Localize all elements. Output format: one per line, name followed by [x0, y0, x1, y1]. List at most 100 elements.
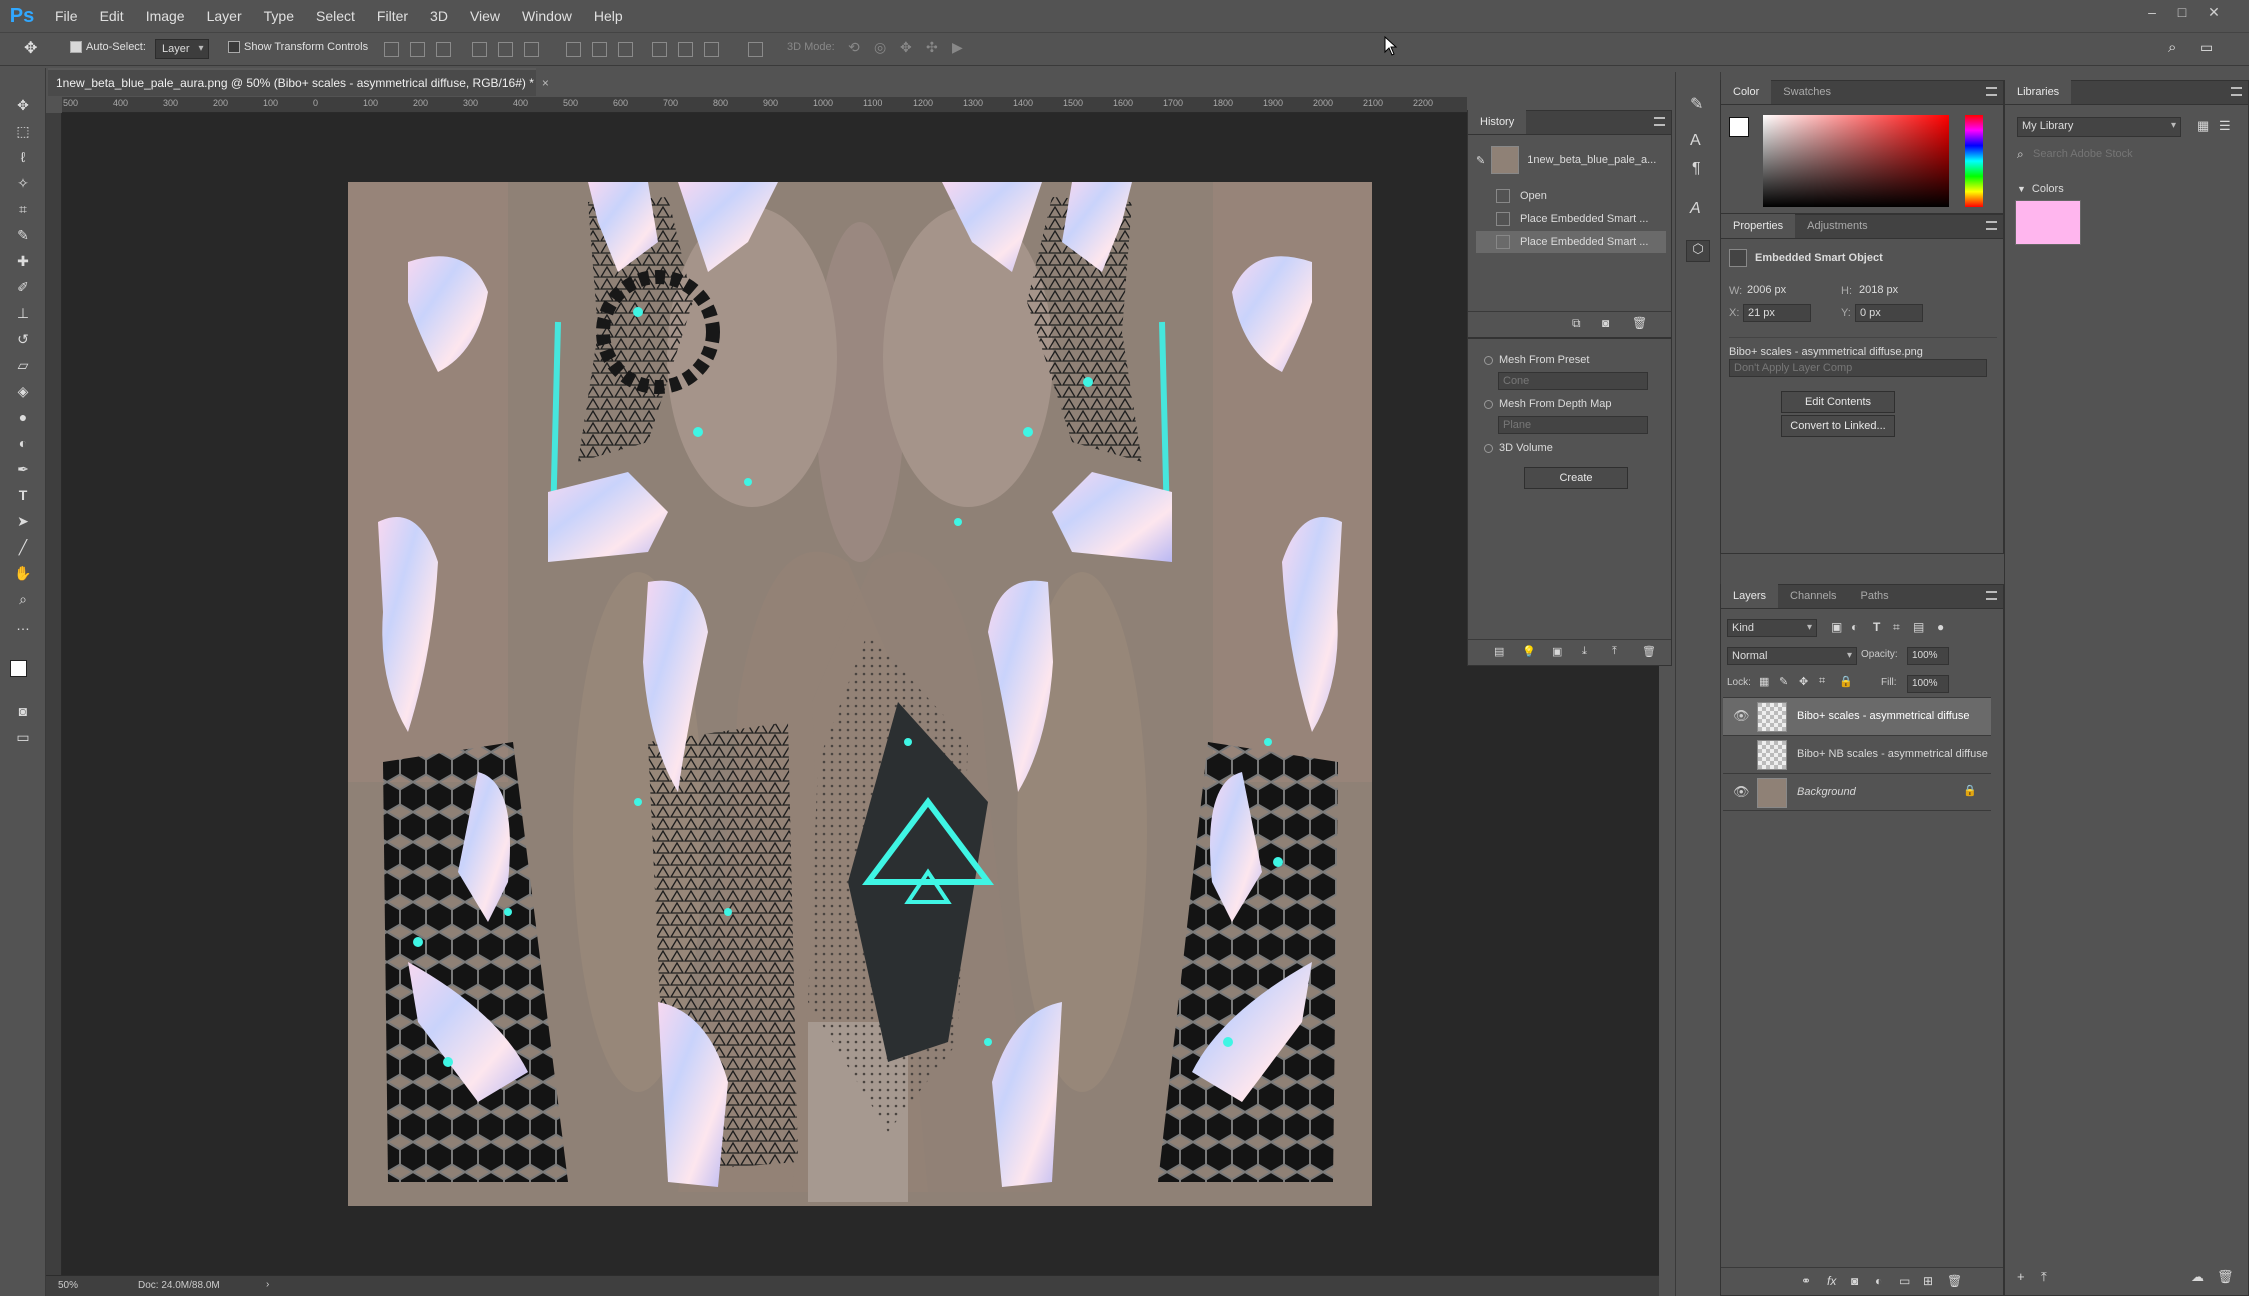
history-brush-tool-icon[interactable]: ↺ [10, 328, 36, 350]
distribute-right-icon[interactable] [704, 42, 719, 57]
layer-filter-dropdown[interactable]: Kind [1727, 619, 1817, 637]
auto-select-checkbox[interactable]: Auto-Select: [70, 41, 146, 53]
cloud-icon[interactable]: ☁ [2191, 1269, 2204, 1285]
foreground-color-swatch[interactable] [10, 660, 27, 677]
lock-all-icon[interactable]: 🔒 [1839, 675, 1853, 688]
search-icon[interactable]: ⌕ [2168, 39, 2176, 56]
fill-field[interactable]: 100% [1907, 675, 1949, 693]
lock-position-icon[interactable]: ✥ [1799, 675, 1808, 688]
width-field[interactable]: 2006 px [1743, 282, 1811, 300]
panel-menu-icon[interactable] [1986, 591, 1997, 600]
marquee-tool-icon[interactable]: ⬚ [10, 120, 36, 142]
document-tab[interactable]: 1new_beta_blue_pale_aura.png @ 50% (Bibo… [48, 68, 549, 96]
lock-transparency-icon[interactable]: ▦ [1759, 675, 1769, 688]
3d-export-icon[interactable]: ⤓ [1582, 645, 1587, 658]
layer-row-selected[interactable]: 👁 Bibo+ scales - asymmetrical diffuse [1723, 697, 1991, 735]
3d-rotate-icon[interactable]: ⟲ [848, 39, 860, 56]
pen-tool-icon[interactable]: ✒ [10, 458, 36, 480]
trash-icon[interactable]: 🗑 [1947, 1274, 1962, 1288]
paths-tab[interactable]: Paths [1849, 584, 1901, 608]
opacity-field[interactable]: 100% [1907, 647, 1949, 665]
filter-smart-object-icon[interactable]: ▤ [1913, 620, 1924, 634]
3d-scale-icon[interactable]: ▶ [952, 39, 963, 56]
brush-tool-icon[interactable]: ✐ [10, 276, 36, 298]
new-group-icon[interactable]: ▭ [1899, 1274, 1910, 1288]
layers-tab[interactable]: Layers [1721, 584, 1779, 608]
healing-brush-tool-icon[interactable]: ✚ [10, 250, 36, 272]
adjustments-tab[interactable]: Adjustments [1795, 214, 1880, 238]
menu-type[interactable]: Type [253, 0, 305, 32]
filter-shape-icon[interactable]: ⌗ [1893, 620, 1900, 635]
distribute-vcenter-icon[interactable] [592, 42, 607, 57]
upload-icon[interactable]: ⤒ [2041, 1269, 2047, 1285]
3d-roll-icon[interactable]: ◎ [874, 39, 886, 56]
workspace-icon[interactable]: ▭ [2200, 39, 2213, 56]
layer-style-icon[interactable]: fx [1827, 1274, 1836, 1288]
paragraph-icon[interactable]: ¶ [1692, 160, 1701, 178]
maximize-icon[interactable]: □ [2170, 4, 2194, 20]
history-snapshot[interactable]: 1new_beta_blue_pale_a... [1527, 154, 1656, 166]
height-field[interactable]: 2018 px [1855, 282, 1923, 300]
layer-name[interactable]: Background [1797, 786, 1856, 798]
3d-light-icon[interactable]: 💡 [1522, 645, 1536, 658]
close-tab-icon[interactable]: × [542, 76, 549, 90]
history-item[interactable]: Open [1476, 185, 1666, 207]
layer-comp-dropdown[interactable]: Don't Apply Layer Comp [1729, 359, 1987, 377]
swatches-tab[interactable]: Swatches [1771, 80, 1843, 104]
hand-tool-icon[interactable]: ✋ [10, 562, 36, 584]
align-vcenter-icon[interactable] [410, 42, 425, 57]
colors-section[interactable]: ▼ Colors [2017, 183, 2064, 195]
align-left-icon[interactable] [472, 42, 487, 57]
foreground-color-swatch[interactable] [1729, 117, 1749, 137]
menu-help[interactable]: Help [583, 0, 634, 32]
color-field[interactable] [1763, 115, 1949, 207]
clone-stamp-tool-icon[interactable]: ⊥ [10, 302, 36, 324]
trash-icon[interactable]: 🗑 [1642, 645, 1656, 658]
panel-menu-icon[interactable] [2231, 87, 2242, 96]
more-tools-icon[interactable]: … [10, 614, 36, 636]
library-dropdown[interactable]: My Library [2017, 117, 2181, 137]
align-bottom-icon[interactable] [436, 42, 451, 57]
menu-filter[interactable]: Filter [366, 0, 419, 32]
crop-tool-icon[interactable]: ⌗ [10, 198, 36, 220]
menu-file[interactable]: File [44, 0, 89, 32]
line-tool-icon[interactable]: ╱ [10, 536, 36, 558]
document-image[interactable] [348, 182, 1372, 1206]
auto-select-target-dropdown[interactable]: Layer [155, 39, 209, 59]
gradient-tool-icon[interactable]: ◈ [10, 380, 36, 402]
close-window-icon[interactable]: ✕ [2202, 4, 2226, 21]
menu-select[interactable]: Select [305, 0, 366, 32]
color-tab[interactable]: Color [1721, 80, 1772, 104]
adjustment-layer-icon[interactable]: ◐ [1875, 1274, 1882, 1288]
distribute-left-icon[interactable] [652, 42, 667, 57]
grid-view-icon[interactable]: ▦ [2197, 118, 2209, 134]
menu-layer[interactable]: Layer [196, 0, 253, 32]
align-hcenter-icon[interactable] [498, 42, 513, 57]
layer-row[interactable]: Bibo+ NB scales - asymmetrical diffuse [1723, 735, 1991, 773]
history-tab[interactable]: History [1468, 110, 1527, 134]
path-selection-tool-icon[interactable]: ➤ [10, 510, 36, 532]
filter-pixel-icon[interactable]: ▣ [1831, 620, 1842, 634]
layer-mask-icon[interactable]: ◙ [1851, 1274, 1858, 1288]
3d-material-icon[interactable]: ▣ [1552, 645, 1562, 658]
character-icon[interactable]: A [1690, 132, 1701, 150]
x-field[interactable]: 21 px [1743, 304, 1811, 322]
screen-mode-icon[interactable]: ▭ [10, 726, 36, 748]
hue-slider[interactable] [1965, 115, 1983, 207]
depth-dropdown[interactable]: Plane [1498, 416, 1648, 434]
dodge-tool-icon[interactable]: ◐ [10, 432, 36, 454]
3d-panel-icon[interactable]: ⬡ [1686, 240, 1710, 262]
history-brush-source-icon[interactable]: ✎ [1476, 154, 1485, 167]
new-layer-icon[interactable]: ⊞ [1923, 1274, 1933, 1288]
lasso-tool-icon[interactable]: ℓ [10, 146, 36, 168]
3d-import-icon[interactable]: ⤒ [1612, 645, 1617, 658]
menu-image[interactable]: Image [135, 0, 196, 32]
3d-scene-icon[interactable]: ▤ [1494, 645, 1504, 658]
new-document-from-state-icon[interactable]: ⧉ [1572, 316, 1581, 331]
distribute-bottom-icon[interactable] [618, 42, 633, 57]
convert-to-linked-button[interactable]: Convert to Linked... [1781, 415, 1895, 437]
edit-contents-button[interactable]: Edit Contents [1781, 391, 1895, 413]
panel-menu-icon[interactable] [1654, 117, 1665, 126]
visibility-eye-icon[interactable]: 👁 [1733, 708, 1750, 724]
stock-search-input[interactable] [2029, 145, 2243, 163]
